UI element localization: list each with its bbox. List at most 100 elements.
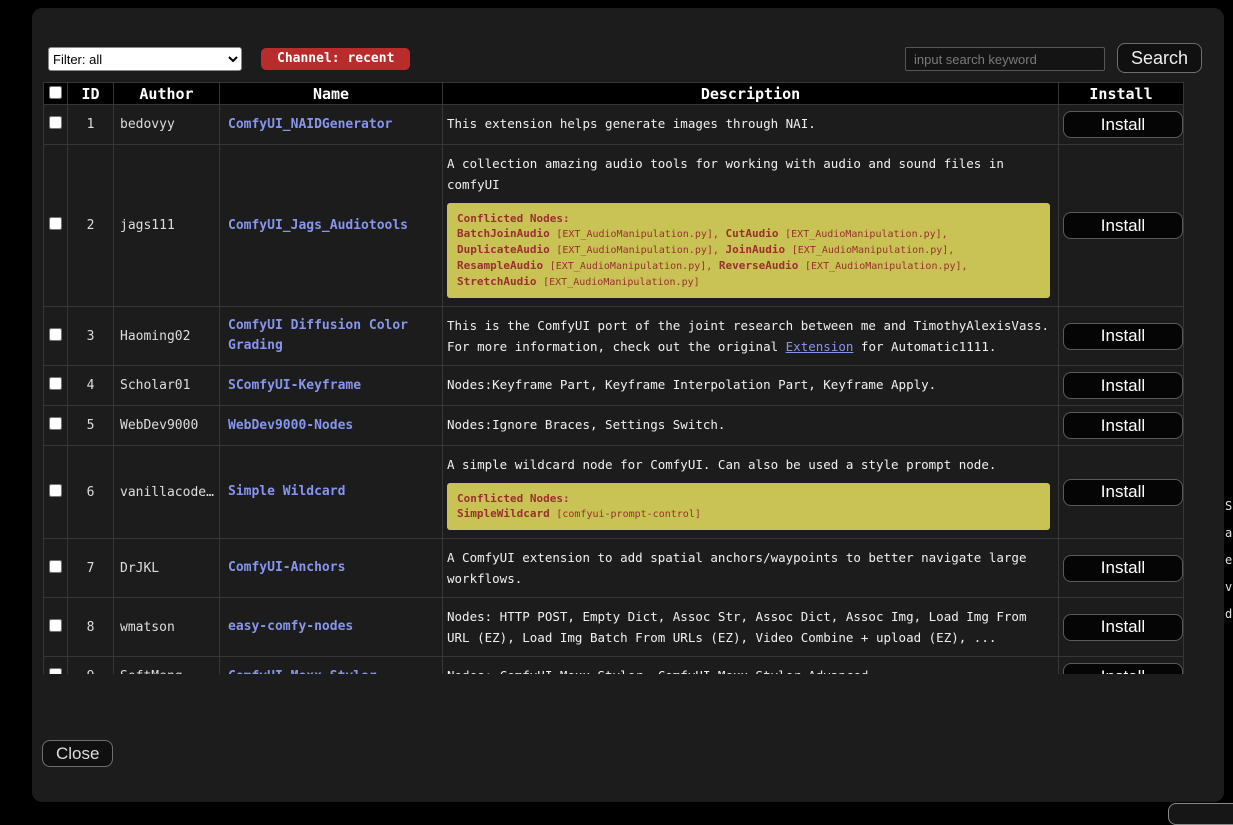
custom-nodes-manager-dialog: Filter: all Channel: recent Search ID Au…: [32, 8, 1224, 802]
description-text: A simple wildcard node for ComfyUI. Can …: [447, 454, 1056, 475]
close-button[interactable]: Close: [42, 740, 113, 767]
row-id: 6: [68, 446, 114, 539]
extension-name-link[interactable]: ComfyUI_Mexx_Styler: [224, 667, 377, 675]
row-checkbox-cell: [44, 657, 68, 675]
install-button[interactable]: Install: [1063, 323, 1183, 350]
row-checkbox-cell: [44, 366, 68, 406]
install-button[interactable]: Install: [1063, 479, 1183, 506]
conflicted-nodes-title: Conflicted Nodes:: [457, 212, 570, 225]
conflict-node-name: DuplicateAudio: [457, 243, 550, 256]
description-text: This is the ComfyUI port of the joint re…: [447, 315, 1056, 357]
row-checkbox[interactable]: [49, 377, 62, 390]
row-description-cell: Nodes: ComfyUI Mexx Styler, ComfyUI Mexx…: [443, 657, 1059, 675]
extension-name-link[interactable]: Simple Wildcard: [224, 482, 345, 502]
extension-name-link[interactable]: easy-comfy-nodes: [224, 617, 353, 637]
conflict-node-file: [EXT_AudioManipulation.py],: [550, 261, 713, 272]
background-fragment: S: [1225, 500, 1232, 512]
author-text: Scholar01: [118, 378, 215, 393]
header-id: ID: [68, 83, 114, 105]
conflict-node-file: [comfyui-prompt-control]: [556, 509, 701, 520]
description-segment: A ComfyUI extension to add spatial ancho…: [447, 550, 1026, 586]
row-description-cell: This is the ComfyUI port of the joint re…: [443, 307, 1059, 366]
row-name-cell: easy-comfy-nodes: [220, 598, 443, 657]
row-checkbox-cell: [44, 406, 68, 446]
row-checkbox[interactable]: [49, 417, 62, 430]
search-input[interactable]: [905, 47, 1105, 71]
row-author: jags111: [114, 145, 220, 307]
row-checkbox[interactable]: [49, 668, 62, 674]
background-fragment: d: [1225, 608, 1232, 620]
search-button[interactable]: Search: [1117, 43, 1202, 73]
install-button[interactable]: Install: [1063, 614, 1183, 641]
conflict-node-file: [EXT_AudioManipulation.py],: [792, 245, 955, 256]
row-name-cell: ComfyUI_Mexx_Styler: [220, 657, 443, 675]
row-checkbox[interactable]: [49, 560, 62, 573]
author-text: vanillacode314: [118, 485, 215, 500]
extension-name-link[interactable]: SComfyUI-Keyframe: [224, 376, 361, 396]
row-id: 8: [68, 598, 114, 657]
conflict-node-file: [EXT_AudioManipulation.py],: [556, 245, 719, 256]
install-button[interactable]: Install: [1063, 111, 1183, 138]
select-all-checkbox[interactable]: [49, 86, 62, 99]
header-author: Author: [114, 83, 220, 105]
author-text: jags111: [118, 218, 215, 233]
author-text: bedovyy: [118, 117, 215, 132]
extension-name-link[interactable]: WebDev9000-Nodes: [224, 416, 353, 436]
description-text: Nodes:Ignore Braces, Settings Switch.: [447, 414, 1056, 435]
install-button[interactable]: Install: [1063, 372, 1183, 399]
extension-name-link[interactable]: ComfyUI_NAIDGenerator: [224, 115, 392, 135]
conflicted-nodes-list: BatchJoinAudio [EXT_AudioManipulation.py…: [457, 227, 968, 288]
row-checkbox[interactable]: [49, 484, 62, 497]
row-checkbox-cell: [44, 446, 68, 539]
description-segment: Nodes:Keyframe Part, Keyframe Interpolat…: [447, 377, 936, 392]
background-fragment: e: [1225, 554, 1232, 566]
extension-name-link[interactable]: ComfyUI Diffusion Color Grading: [224, 316, 438, 356]
conflict-node-name: JoinAudio: [726, 243, 786, 256]
header-description: Description: [443, 83, 1059, 105]
table-row: 7 DrJKL ComfyUI-Anchors A ComfyUI extens…: [44, 539, 1184, 598]
row-author: bedovyy: [114, 105, 220, 145]
extension-name-link[interactable]: ComfyUI_Jags_Audiotools: [224, 216, 408, 236]
extension-name-link[interactable]: ComfyUI-Anchors: [224, 558, 345, 578]
table-row: 2 jags111 ComfyUI_Jags_Audiotools A coll…: [44, 145, 1184, 307]
description-segment: A collection amazing audio tools for wor…: [447, 156, 1004, 192]
background-fragment: v: [1225, 581, 1232, 593]
row-author: WebDev9000: [114, 406, 220, 446]
install-button[interactable]: Install: [1063, 412, 1183, 439]
description-text: A ComfyUI extension to add spatial ancho…: [447, 547, 1056, 589]
table-header: ID Author Name Description Install: [44, 83, 1184, 105]
row-checkbox[interactable]: [49, 116, 62, 129]
row-author: SoftMeng: [114, 657, 220, 675]
row-checkbox-cell: [44, 307, 68, 366]
row-description-cell: Nodes:Keyframe Part, Keyframe Interpolat…: [443, 366, 1059, 406]
background-partial-button[interactable]: [1168, 803, 1233, 825]
row-name-cell: WebDev9000-Nodes: [220, 406, 443, 446]
table-row: 1 bedovyy ComfyUI_NAIDGenerator This ext…: [44, 105, 1184, 145]
row-name-cell: ComfyUI_NAIDGenerator: [220, 105, 443, 145]
custom-nodes-table-scroll[interactable]: ID Author Name Description Install 1 bed…: [43, 82, 1199, 674]
channel-badge: Channel: recent: [261, 48, 410, 70]
row-id: 9: [68, 657, 114, 675]
row-install-cell: Install: [1059, 366, 1184, 406]
filter-select[interactable]: Filter: all: [48, 47, 242, 71]
table-body: 1 bedovyy ComfyUI_NAIDGenerator This ext…: [44, 105, 1184, 675]
row-install-cell: Install: [1059, 539, 1184, 598]
table-row: 6 vanillacode314 Simple Wildcard A simpl…: [44, 446, 1184, 539]
row-name-cell: ComfyUI_Jags_Audiotools: [220, 145, 443, 307]
install-button[interactable]: Install: [1063, 212, 1183, 239]
conflict-node-file: [EXT_AudioManipulation.py],: [785, 229, 948, 240]
row-install-cell: Install: [1059, 446, 1184, 539]
conflicted-nodes-list: SimpleWildcard [comfyui-prompt-control]: [457, 507, 701, 520]
row-checkbox[interactable]: [49, 217, 62, 230]
row-checkbox[interactable]: [49, 328, 62, 341]
description-link[interactable]: Extension: [786, 339, 854, 354]
row-checkbox[interactable]: [49, 619, 62, 632]
background-fragment: a: [1225, 527, 1232, 539]
row-author: vanillacode314: [114, 446, 220, 539]
row-install-cell: Install: [1059, 145, 1184, 307]
row-checkbox-cell: [44, 145, 68, 307]
install-button[interactable]: Install: [1063, 663, 1183, 674]
install-button[interactable]: Install: [1063, 555, 1183, 582]
conflict-node-name: BatchJoinAudio: [457, 227, 550, 240]
conflict-node-name: StretchAudio: [457, 275, 536, 288]
